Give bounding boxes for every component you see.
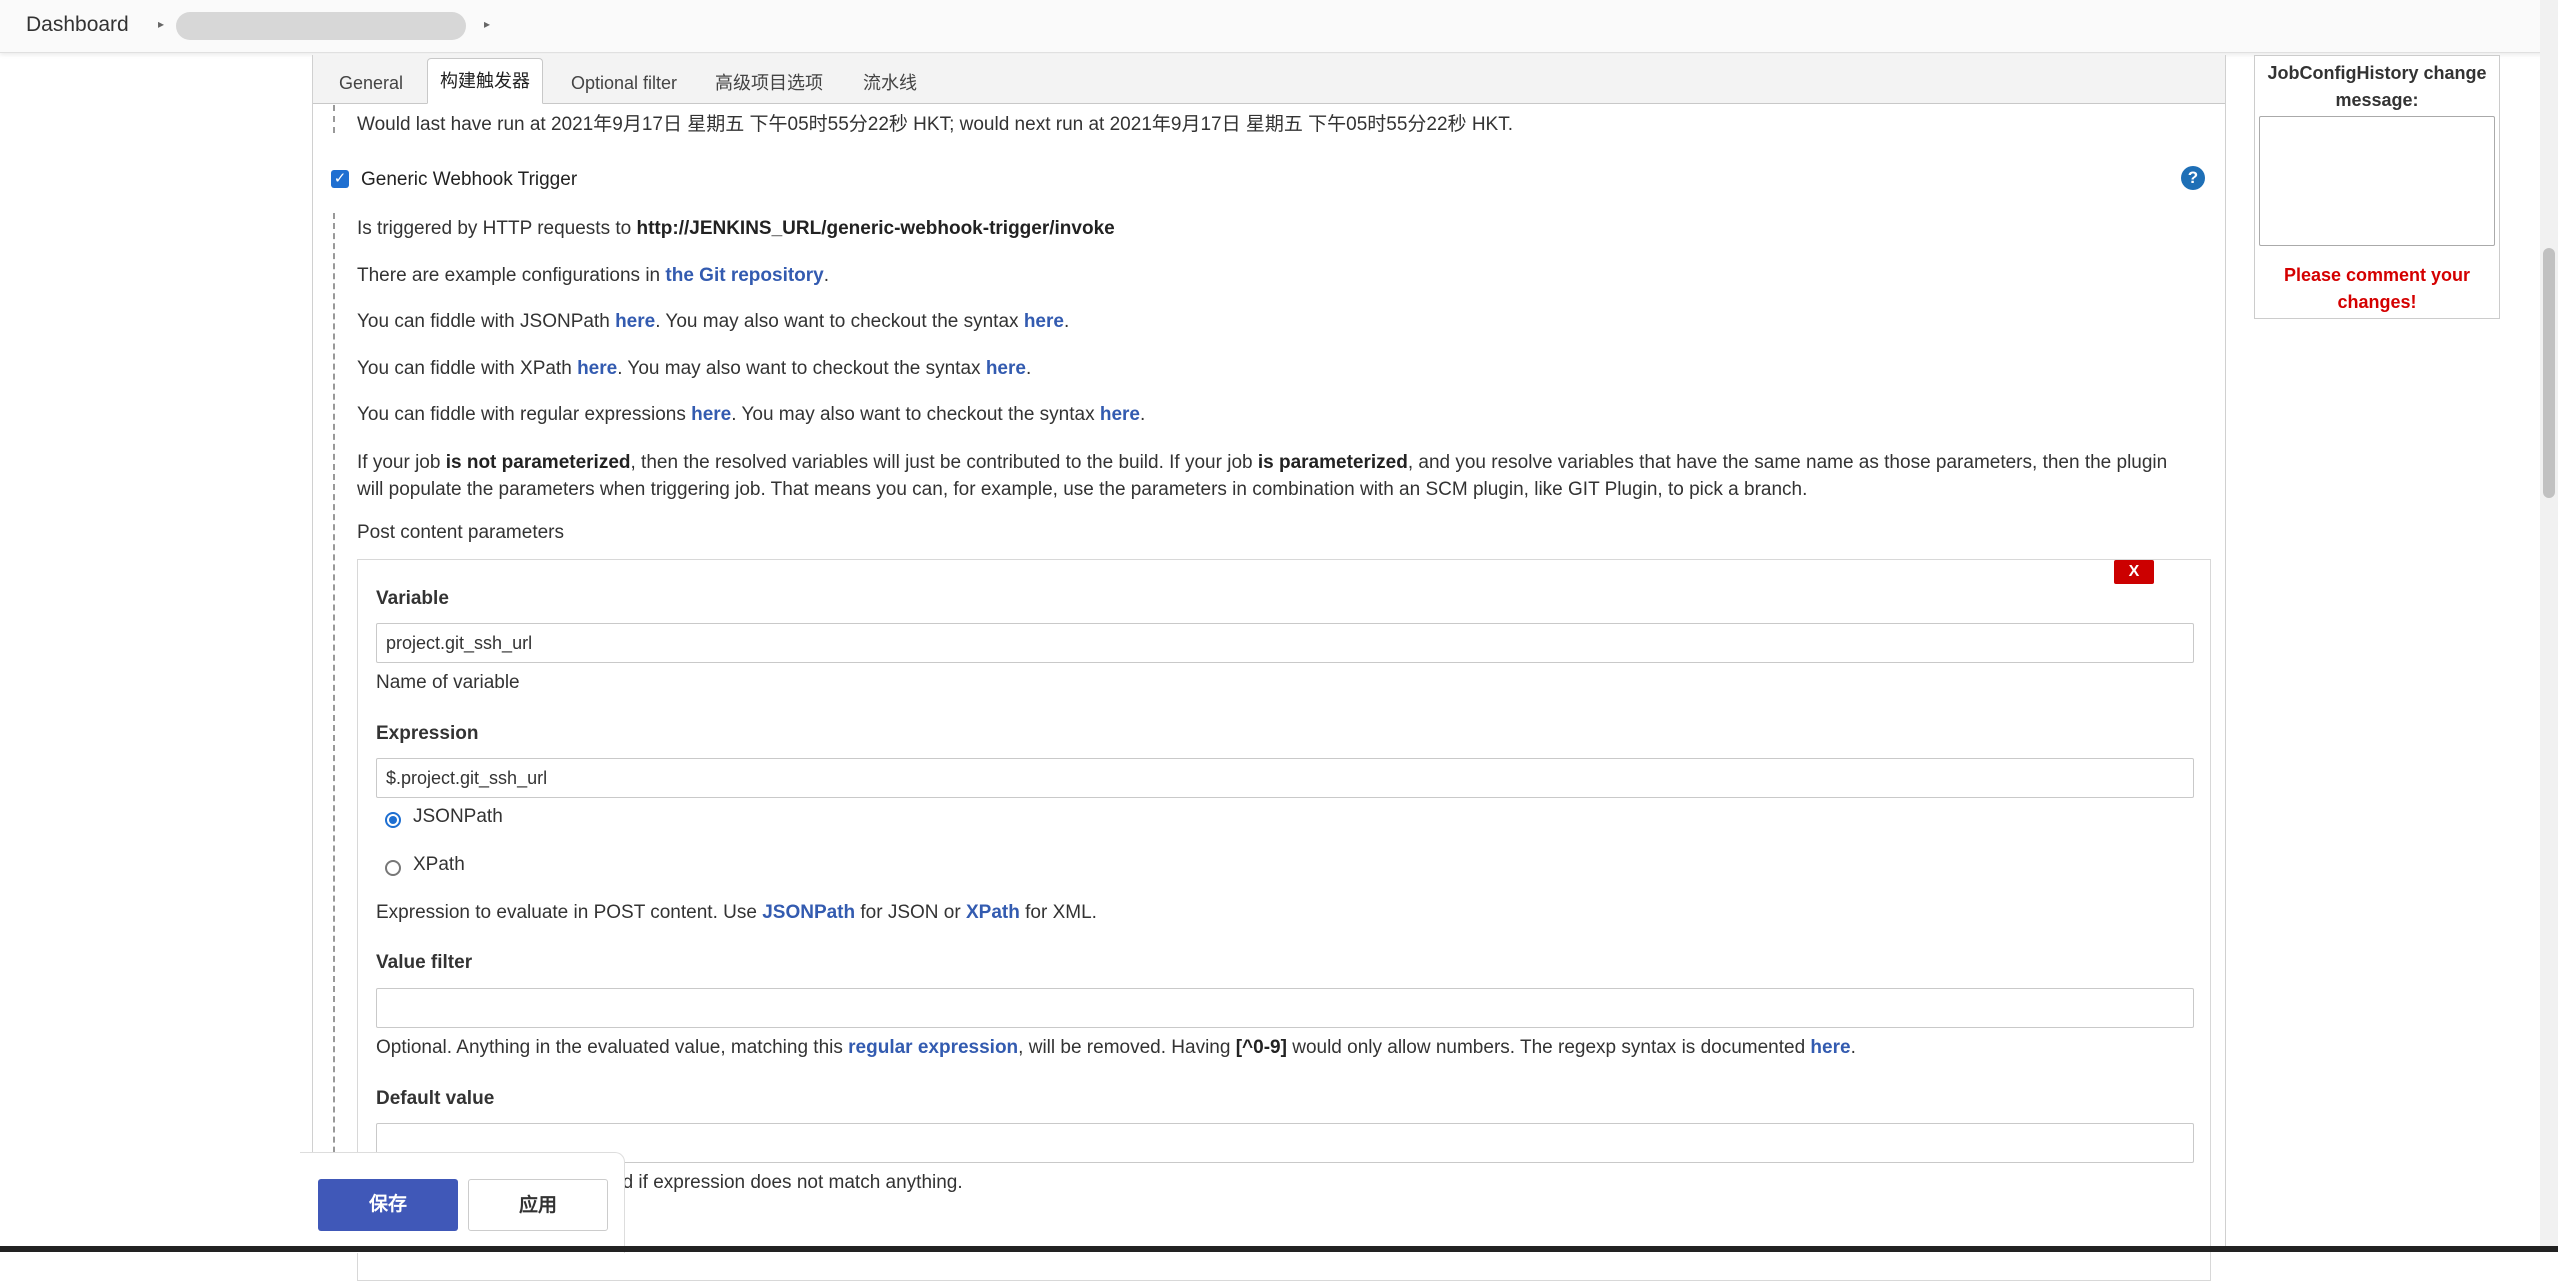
param-bold-2: is parameterized xyxy=(1257,452,1408,473)
xpath-line: You can fiddle with XPath here. You may … xyxy=(357,358,1031,380)
delete-param-button[interactable]: X xyxy=(2114,560,2154,584)
period: . xyxy=(1140,404,1146,425)
config-tabs: General 构建触发器 Optional filter 高级项目选项 流水线 xyxy=(313,55,2225,104)
vf-help-text-4: . xyxy=(1850,1037,1856,1058)
jsonpath-doc-link[interactable]: JSONPath xyxy=(762,902,855,923)
history-title: JobConfigHistory change message: xyxy=(2267,63,2487,110)
tab-pipeline[interactable]: 流水线 xyxy=(851,65,929,101)
job-config-history-panel: JobConfigHistory change message: Please … xyxy=(2254,55,2500,319)
jsonpath-fiddle-link[interactable]: here xyxy=(615,311,655,332)
example-text: There are example configurations in xyxy=(357,265,666,286)
expression-label: Expression xyxy=(376,723,479,744)
breadcrumb-chevron-icon[interactable]: ▸ xyxy=(158,17,164,31)
xpath-fiddle-link[interactable]: here xyxy=(577,358,617,379)
default-value-label: Default value xyxy=(376,1088,495,1109)
jsonpath-line: You can fiddle with JSONPath here. You m… xyxy=(357,311,1069,333)
window-bottom-edge xyxy=(0,1246,2558,1252)
period: . xyxy=(1025,358,1032,379)
breadcrumb-dashboard[interactable]: Dashboard xyxy=(26,13,129,37)
regex-line: You can fiddle with regular expressions … xyxy=(357,404,1145,426)
tab-advanced-project[interactable]: 高级项目选项 xyxy=(703,65,835,101)
variable-help: Name of variable xyxy=(376,672,520,693)
param-text-1: If your job xyxy=(357,452,446,473)
breadcrumb-bar: Dashboard ▸ ▸ xyxy=(0,0,2558,53)
breadcrumb-chevron-icon[interactable]: ▸ xyxy=(484,17,490,31)
param-bold-1: is not parameterized xyxy=(445,452,631,473)
save-apply-bar: 保存 应用 xyxy=(300,1152,625,1253)
xpath-doc-link[interactable]: XPath xyxy=(966,902,1020,923)
xpath-text: You can fiddle with XPath xyxy=(357,358,578,379)
help-icon[interactable]: ? xyxy=(2181,166,2205,190)
variable-input[interactable]: project.git_ssh_url xyxy=(376,623,2194,663)
breadcrumb-job-name-redacted[interactable] xyxy=(176,12,466,40)
vf-help-code: [^0-9] xyxy=(1235,1037,1287,1058)
git-repository-link[interactable]: the Git repository xyxy=(665,265,823,286)
tab-build-triggers[interactable]: 构建触发器 xyxy=(427,58,543,104)
expr-help-text-3: for XML. xyxy=(1019,902,1097,923)
config-panel: General 构建触发器 Optional filter 高级项目选项 流水线… xyxy=(312,55,2226,1281)
parameterized-help: If your job is not parameterized, then t… xyxy=(357,449,2187,503)
intro-text: Is triggered by HTTP requests to xyxy=(357,218,637,239)
xpath-syntax-link[interactable]: here xyxy=(986,358,1026,379)
expression-help: Expression to evaluate in POST content. … xyxy=(376,902,1097,924)
period: . xyxy=(1063,311,1070,332)
vf-help-text-3: would only allow numbers. The regexp syn… xyxy=(1286,1037,1811,1058)
vf-help-text-1: Optional. Anything in the evaluated valu… xyxy=(376,1037,849,1058)
example-config-line: There are example configurations in the … xyxy=(357,265,829,287)
xpath-radio-label[interactable]: XPath xyxy=(413,854,465,876)
comment-warning: Please comment your changes! xyxy=(2283,265,2471,312)
tab-general[interactable]: General xyxy=(327,65,415,101)
generic-webhook-checkbox[interactable]: ✓ xyxy=(331,170,349,188)
post-params-heading: Post content parameters xyxy=(357,522,564,543)
xpath-radio[interactable] xyxy=(385,860,401,876)
generic-webhook-label: Generic Webhook Trigger xyxy=(361,169,578,190)
variable-label: Variable xyxy=(376,588,449,609)
value-filter-label: Value filter xyxy=(376,952,473,973)
jsonpath-syntax-link[interactable]: here xyxy=(1024,311,1064,332)
vf-help-text-2: , will be removed. Having xyxy=(1018,1037,1236,1058)
expression-input[interactable]: $.project.git_ssh_url xyxy=(376,758,2194,798)
section-guide-line xyxy=(333,105,335,133)
tab-optional-filter[interactable]: Optional filter xyxy=(559,65,689,101)
regex-syntax-link[interactable]: here xyxy=(1100,404,1140,425)
regular-expression-link[interactable]: regular expression xyxy=(848,1037,1018,1058)
jsonpath-radio-label[interactable]: JSONPath xyxy=(413,806,503,828)
expr-help-text-2: for JSON or xyxy=(855,902,966,923)
expr-help-text-1: Expression to evaluate in POST content. … xyxy=(376,902,763,923)
trigger-intro: Is triggered by HTTP requests to http://… xyxy=(357,218,1115,240)
checkout-text: . You may also want to checkout the synt… xyxy=(655,311,1024,332)
change-message-textarea[interactable] xyxy=(2259,116,2495,246)
example-suffix: . xyxy=(823,265,830,286)
regex-text: You can fiddle with regular expressions xyxy=(357,404,692,425)
schedule-note: Would last have run at 2021年9月17日 星期五 下午… xyxy=(357,114,1513,135)
page-scrollbar-thumb[interactable] xyxy=(2543,248,2555,498)
default-value-input[interactable] xyxy=(376,1123,2194,1163)
invoke-url: http://JENKINS_URL/generic-webhook-trigg… xyxy=(636,218,1115,239)
jsonpath-text: You can fiddle with JSONPath xyxy=(357,311,616,332)
trigger-guide-line xyxy=(333,213,335,1253)
param-text-2: , then the resolved variables will just … xyxy=(630,452,1258,473)
checkout-text: . You may also want to checkout the synt… xyxy=(617,358,986,379)
checkout-text: . You may also want to checkout the synt… xyxy=(731,404,1100,425)
value-filter-input[interactable] xyxy=(376,988,2194,1028)
regexp-syntax-link[interactable]: here xyxy=(1810,1037,1850,1058)
apply-button[interactable]: 应用 xyxy=(468,1179,608,1231)
value-filter-help: Optional. Anything in the evaluated valu… xyxy=(376,1037,1856,1059)
save-button[interactable]: 保存 xyxy=(318,1179,458,1231)
regex-fiddle-link[interactable]: here xyxy=(691,404,731,425)
page-scrollbar[interactable] xyxy=(2540,0,2558,1252)
jsonpath-radio[interactable] xyxy=(385,812,401,828)
post-param-entry: X Variable project.git_ssh_url Name of v… xyxy=(357,559,2211,1281)
default-value-help: ed if expression does not match anything… xyxy=(612,1172,963,1193)
